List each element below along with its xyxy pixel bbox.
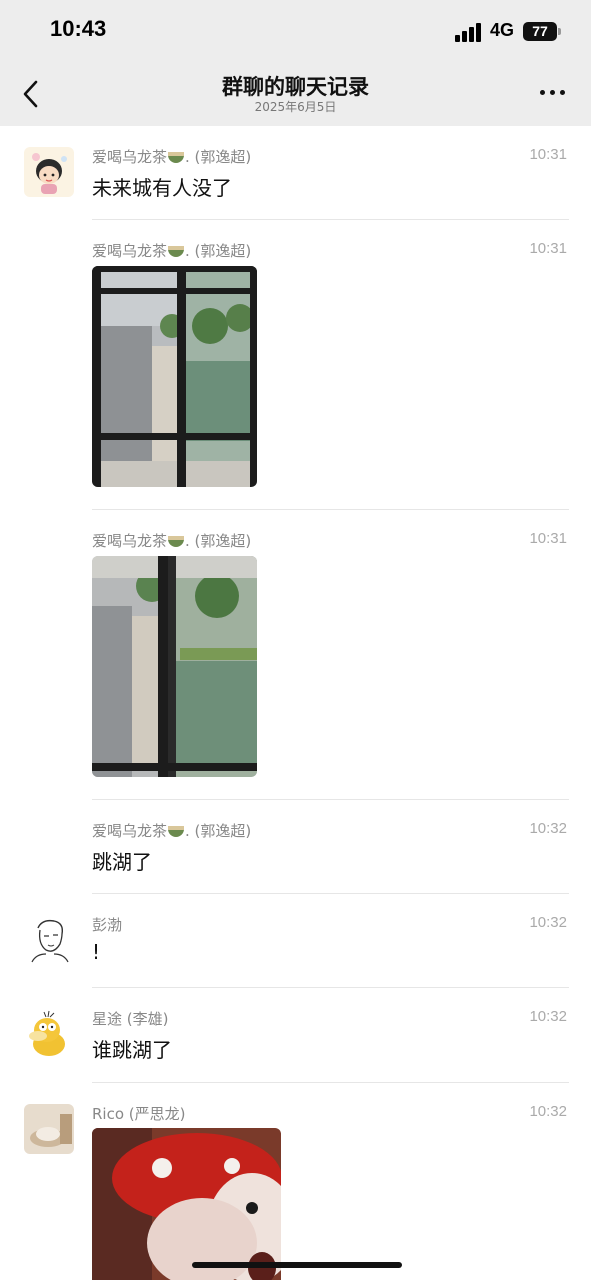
divider bbox=[92, 219, 569, 220]
avatar[interactable] bbox=[24, 914, 74, 964]
divider bbox=[92, 893, 569, 894]
battery-icon: 77 bbox=[523, 22, 557, 41]
tea-icon bbox=[168, 826, 185, 837]
avatar[interactable] bbox=[24, 1104, 74, 1154]
tea-icon bbox=[168, 246, 185, 257]
sender-name: 彭渤 bbox=[92, 916, 123, 934]
message-text[interactable]: 未来城有人没了 bbox=[92, 172, 232, 201]
message-image[interactable] bbox=[92, 556, 257, 777]
network-type: 4G bbox=[490, 20, 515, 40]
message-time: 10:31 bbox=[529, 146, 567, 163]
message-image[interactable] bbox=[92, 266, 257, 487]
divider bbox=[92, 509, 569, 510]
message-text[interactable]: ! bbox=[92, 940, 100, 964]
tea-icon bbox=[168, 152, 185, 163]
message-time: 10:32 bbox=[529, 820, 567, 837]
tea-icon bbox=[168, 536, 185, 547]
message-time: 10:32 bbox=[529, 1008, 567, 1025]
more-icon[interactable] bbox=[540, 90, 566, 98]
message-time: 10:31 bbox=[529, 530, 567, 547]
battery-tip bbox=[558, 28, 561, 35]
avatar[interactable] bbox=[24, 1008, 74, 1058]
message-text[interactable]: 谁跳湖了 bbox=[92, 1034, 172, 1063]
divider bbox=[92, 799, 569, 800]
page-title: 群聊的聊天记录 bbox=[222, 75, 369, 99]
signal-icon bbox=[455, 22, 483, 42]
sender-name: 爱喝乌龙茶. (郭逸超) bbox=[92, 822, 252, 840]
divider bbox=[92, 1082, 569, 1083]
sender-name: 星途 (李雄) bbox=[92, 1010, 169, 1028]
message-time: 10:32 bbox=[529, 1103, 567, 1120]
sender-name: Rico (严思龙) bbox=[92, 1105, 186, 1123]
message-sticker[interactable] bbox=[92, 1128, 281, 1280]
sender-name: 爱喝乌龙茶. (郭逸超) bbox=[92, 148, 252, 166]
home-indicator[interactable] bbox=[192, 1262, 402, 1268]
page-date: 2025年6月5日 bbox=[254, 100, 337, 114]
message-text[interactable]: 跳湖了 bbox=[92, 846, 152, 875]
sender-name: 爱喝乌龙茶. (郭逸超) bbox=[92, 242, 252, 260]
avatar[interactable] bbox=[24, 147, 74, 197]
message-time: 10:31 bbox=[529, 240, 567, 257]
message-time: 10:32 bbox=[529, 914, 567, 931]
sender-name: 爱喝乌龙茶. (郭逸超) bbox=[92, 532, 252, 550]
status-time: 10:43 bbox=[50, 16, 107, 41]
divider bbox=[92, 987, 569, 988]
